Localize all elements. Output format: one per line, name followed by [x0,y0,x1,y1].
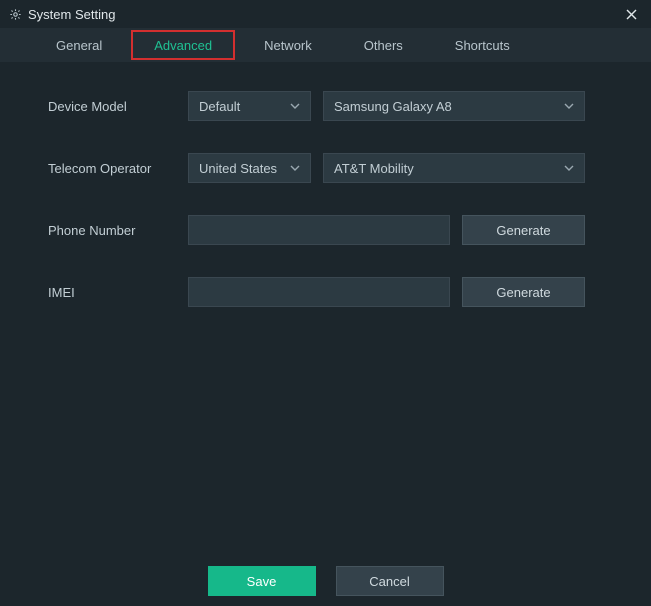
save-button[interactable]: Save [208,566,316,596]
tab-shortcuts[interactable]: Shortcuts [429,28,536,62]
label-imei: IMEI [48,285,188,300]
chevron-down-icon [564,165,574,171]
advanced-panel: Device Model Default Samsung Galaxy A8 T… [0,62,651,308]
tab-general[interactable]: General [30,28,128,62]
title-bar: System Setting [0,0,651,28]
tab-bar: General Advanced Network Others Shortcut… [0,28,651,62]
tab-network[interactable]: Network [238,28,338,62]
telecom-country-value: United States [199,161,277,176]
close-button[interactable] [619,2,643,26]
generate-phone-button[interactable]: Generate [462,215,585,245]
device-brand-select[interactable]: Default [188,91,311,121]
device-model-value: Samsung Galaxy A8 [334,99,452,114]
telecom-operator-value: AT&T Mobility [334,161,414,176]
row-device-model: Device Model Default Samsung Galaxy A8 [48,90,603,122]
label-telecom-operator: Telecom Operator [48,161,188,176]
device-model-select[interactable]: Samsung Galaxy A8 [323,91,585,121]
generate-imei-button[interactable]: Generate [462,277,585,307]
window-title: System Setting [28,7,619,22]
footer-bar: Save Cancel [0,556,651,606]
row-phone-number: Phone Number Generate [48,214,603,246]
tab-others[interactable]: Others [338,28,429,62]
chevron-down-icon [290,103,300,109]
device-brand-value: Default [199,99,240,114]
row-telecom-operator: Telecom Operator United States AT&T Mobi… [48,152,603,184]
chevron-down-icon [290,165,300,171]
chevron-down-icon [564,103,574,109]
imei-input[interactable] [188,277,450,307]
tab-advanced[interactable]: Advanced [128,28,238,62]
telecom-operator-select[interactable]: AT&T Mobility [323,153,585,183]
label-phone-number: Phone Number [48,223,188,238]
telecom-country-select[interactable]: United States [188,153,311,183]
phone-number-input[interactable] [188,215,450,245]
label-device-model: Device Model [48,99,188,114]
row-imei: IMEI Generate [48,276,603,308]
gear-icon [8,7,22,21]
cancel-button[interactable]: Cancel [336,566,444,596]
